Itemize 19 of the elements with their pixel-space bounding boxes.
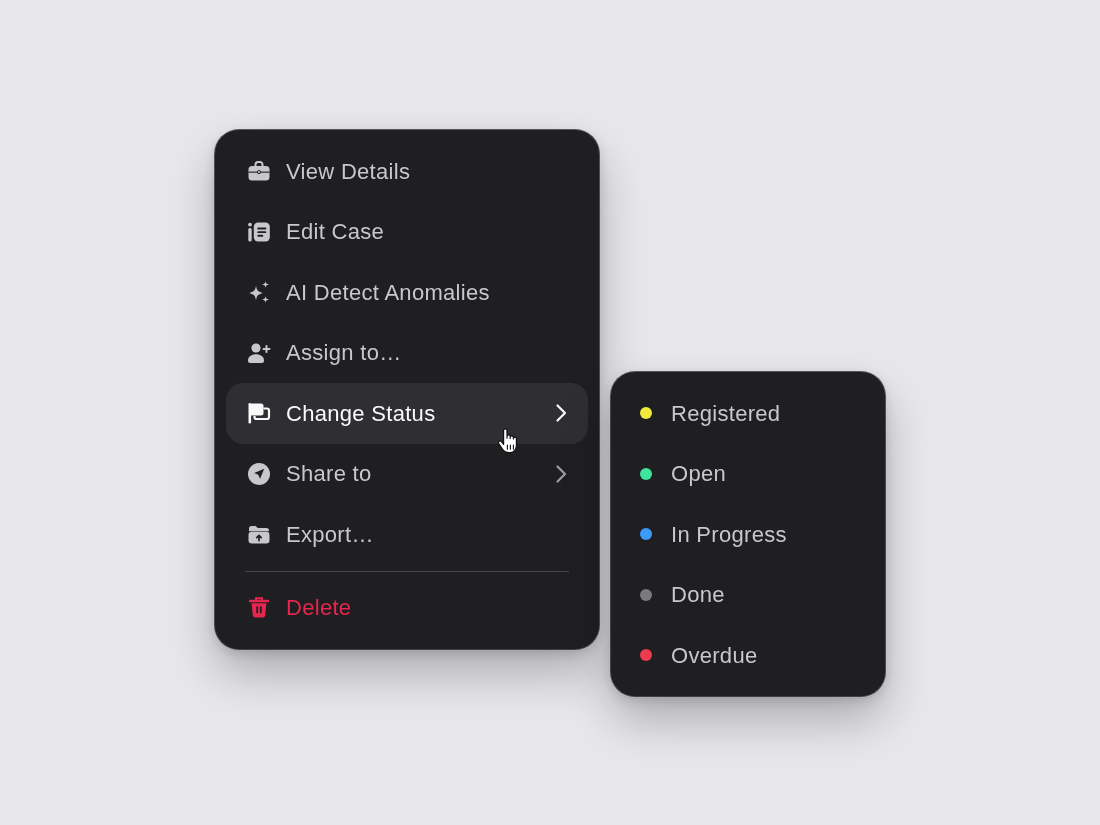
- briefcase-icon: [247, 159, 271, 184]
- status-option[interactable]: In Progress: [622, 504, 874, 565]
- trash-icon: [247, 595, 271, 620]
- menu-item[interactable]: Share to: [226, 443, 588, 504]
- user-plus-icon: [247, 340, 271, 365]
- menu-item[interactable]: Export…: [226, 504, 588, 565]
- status-option[interactable]: Open: [622, 443, 874, 504]
- status-option[interactable]: Registered: [622, 383, 874, 444]
- menu-item[interactable]: Change Status: [226, 383, 588, 444]
- hand-cursor-icon: [497, 428, 519, 455]
- status-option[interactable]: Done: [622, 564, 874, 625]
- delete-menu-item[interactable]: Delete: [226, 577, 588, 638]
- menu-item[interactable]: Assign to…: [226, 322, 588, 383]
- menu-item[interactable]: View Details: [226, 141, 588, 202]
- status-option[interactable]: Overdue: [622, 625, 874, 686]
- menu-item[interactable]: AI Detect Anomalies: [226, 262, 588, 323]
- menu-item[interactable]: Edit Case: [226, 201, 588, 262]
- flag-icon: [247, 401, 271, 426]
- sparkle-icon: [247, 280, 271, 305]
